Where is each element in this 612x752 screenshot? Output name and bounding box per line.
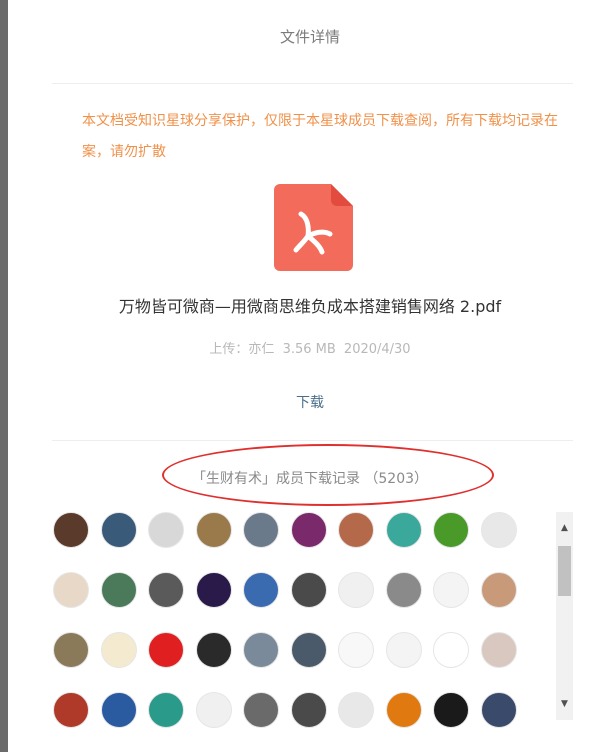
member-avatar[interactable] <box>386 572 422 608</box>
member-avatar[interactable] <box>481 572 517 608</box>
file-details-dialog: 文件详情 本文档受知识星球分享保护，仅限于本星球成员下载查阅，所有下载均记录在案… <box>8 0 612 752</box>
member-avatar[interactable] <box>101 632 137 668</box>
header-divider <box>52 83 573 84</box>
file-name: 万物皆可微商—用微商思维负成本搭建销售网络 2.pdf <box>118 297 502 316</box>
member-avatar[interactable] <box>196 632 232 668</box>
member-avatar[interactable] <box>53 632 89 668</box>
download-button[interactable]: 下载 <box>8 392 612 412</box>
member-avatar[interactable] <box>243 692 279 728</box>
section-divider <box>52 440 573 441</box>
member-avatar[interactable] <box>386 512 422 548</box>
member-avatar[interactable] <box>148 512 184 548</box>
caret-down-icon[interactable]: ▼ <box>556 696 573 713</box>
uploader: 上传：亦仁 <box>209 342 275 357</box>
member-avatar[interactable] <box>101 512 137 548</box>
member-avatar[interactable] <box>243 572 279 608</box>
member-avatar[interactable] <box>243 512 279 548</box>
member-avatar[interactable] <box>338 692 374 728</box>
protection-notice: 本文档受知识星球分享保护，仅限于本星球成员下载查阅，所有下载均记录在案，请勿扩散 <box>82 113 558 160</box>
member-avatar[interactable] <box>338 572 374 608</box>
member-avatar[interactable] <box>148 692 184 728</box>
member-avatar[interactable] <box>386 632 422 668</box>
member-avatar[interactable] <box>291 572 327 608</box>
file-meta: 上传：亦仁 3.56 MB 2020/4/30 <box>8 338 612 357</box>
member-avatar[interactable] <box>243 632 279 668</box>
download-records-title: 「生财有术」成员下载记录 （5203） <box>191 471 429 487</box>
member-avatar[interactable] <box>53 692 89 728</box>
member-avatar[interactable] <box>53 572 89 608</box>
scroll-thumb[interactable] <box>558 546 571 596</box>
member-avatar[interactable] <box>433 512 469 548</box>
file-size: 3.56 MB <box>282 342 336 357</box>
member-avatar[interactable] <box>148 572 184 608</box>
dialog-title: 文件详情 <box>279 28 340 46</box>
member-avatar[interactable] <box>481 692 517 728</box>
window-frame-edge <box>0 0 8 752</box>
member-avatar[interactable] <box>481 512 517 548</box>
member-avatar[interactable] <box>433 692 469 728</box>
member-avatar[interactable] <box>338 512 374 548</box>
member-avatar[interactable] <box>101 572 137 608</box>
member-avatar[interactable] <box>291 692 327 728</box>
member-avatar[interactable] <box>291 632 327 668</box>
avatar-scrollbar[interactable]: ▲ ▼ <box>556 512 573 720</box>
member-avatar[interactable] <box>196 572 232 608</box>
member-avatar[interactable] <box>53 512 89 548</box>
member-avatar[interactable] <box>196 512 232 548</box>
member-avatar[interactable] <box>386 692 422 728</box>
member-avatar[interactable] <box>433 572 469 608</box>
pdf-file-icon <box>274 184 353 271</box>
member-avatar[interactable] <box>196 692 232 728</box>
member-avatar[interactable] <box>338 632 374 668</box>
upload-date: 2020/4/30 <box>343 342 411 357</box>
member-avatar[interactable] <box>291 512 327 548</box>
member-avatar-grid <box>52 512 552 752</box>
member-avatar[interactable] <box>433 632 469 668</box>
member-avatar[interactable] <box>101 692 137 728</box>
caret-up-icon[interactable]: ▲ <box>556 520 573 537</box>
member-avatar[interactable] <box>481 632 517 668</box>
member-avatar[interactable] <box>148 632 184 668</box>
